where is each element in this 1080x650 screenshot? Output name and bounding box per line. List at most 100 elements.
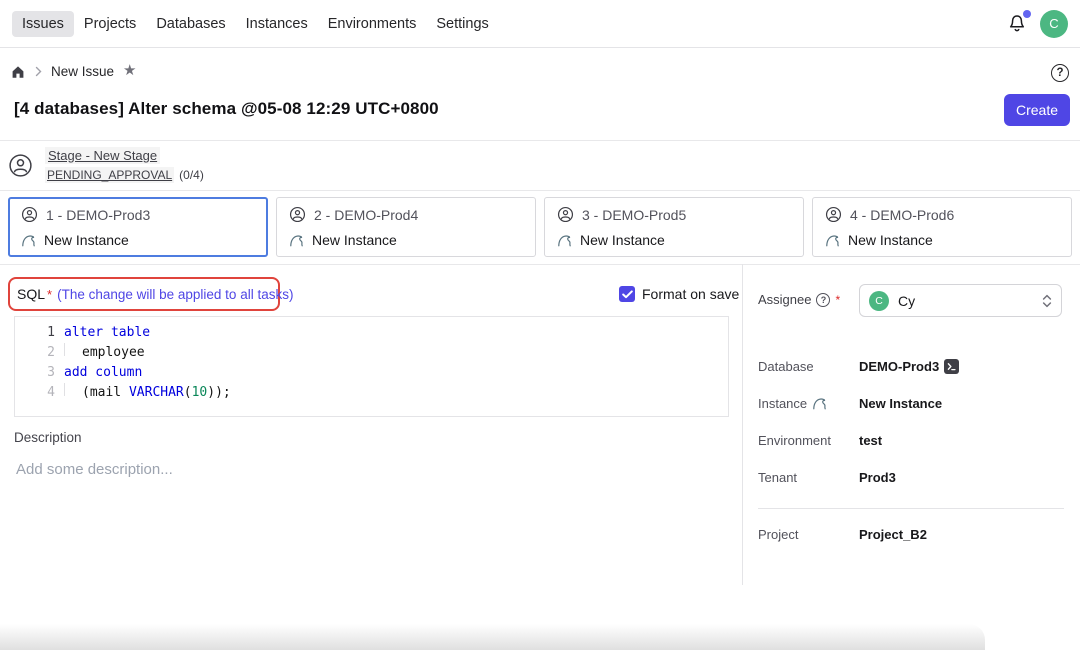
task-card-title: 3 - DEMO-Prod5	[582, 207, 686, 223]
star-icon[interactable]: ★	[123, 63, 136, 78]
code-line: 4 (mail VARCHAR(10));	[15, 383, 728, 403]
code-text: alter table	[64, 323, 150, 343]
field-label: Database	[758, 359, 859, 374]
sidebar-divider	[758, 508, 1064, 509]
task-card-title: 4 - DEMO-Prod6	[850, 207, 954, 223]
sidebar-field-project: Project Project_B2	[758, 526, 1064, 542]
nav-right: C	[1007, 10, 1068, 38]
sidebar-fields: DatabaseDEMO-Prod3 InstanceNew Instance En…	[758, 358, 1064, 506]
sidebar-field-environment: Environmenttest	[758, 432, 1064, 448]
person-circle-icon	[825, 206, 842, 223]
field-value[interactable]: New Instance	[859, 396, 942, 411]
task-card-instance: New Instance	[44, 232, 129, 248]
sql-required-mark: *	[47, 287, 52, 302]
project-label: Project	[758, 527, 859, 542]
line-number: 2	[15, 343, 55, 363]
task-card-title: 2 - DEMO-Prod4	[314, 207, 418, 223]
person-circle-icon	[21, 206, 38, 223]
top-nav: IssuesProjectsDatabasesInstancesEnvironm…	[0, 0, 1080, 48]
description-input[interactable]: Add some description...	[16, 461, 716, 541]
breadcrumb: New Issue ★	[10, 64, 136, 79]
nav-item-environments[interactable]: Environments	[318, 11, 427, 37]
code-line: 3 add column	[15, 363, 728, 383]
code-text: add column	[64, 363, 142, 383]
bottom-scroll-shadow	[0, 624, 985, 650]
sidebar-field-database: DatabaseDEMO-Prod3	[758, 358, 1064, 374]
main-sidebar-divider	[742, 264, 743, 585]
nav-item-settings[interactable]: Settings	[426, 11, 498, 37]
field-label: Environment	[758, 433, 859, 448]
terminal-icon[interactable]	[944, 359, 959, 374]
divider	[0, 190, 1080, 191]
nav-item-issues[interactable]: Issues	[12, 11, 74, 37]
person-circle-icon	[557, 206, 574, 223]
person-circle-icon	[289, 206, 306, 223]
format-on-save-checkbox[interactable]	[619, 286, 635, 302]
task-card[interactable]: 1 - DEMO-Prod3 New Instance	[8, 197, 268, 257]
mysql-icon	[289, 233, 304, 248]
home-icon[interactable]	[10, 64, 26, 79]
divider	[0, 264, 1080, 265]
create-button[interactable]: Create	[1004, 94, 1070, 126]
notification-dot	[1023, 10, 1031, 18]
line-number: 1	[15, 323, 55, 343]
help-icon[interactable]: ?	[1051, 64, 1069, 82]
nav-item-instances[interactable]: Instances	[236, 11, 318, 37]
mysql-icon	[825, 233, 840, 248]
field-value[interactable]: test	[859, 433, 882, 448]
stage-status-link[interactable]: PENDING_APPROVAL	[45, 167, 174, 183]
task-card[interactable]: 4 - DEMO-Prod6 New Instance	[812, 197, 1072, 257]
line-number: 3	[15, 363, 55, 383]
task-card-instance: New Instance	[848, 232, 933, 248]
assignee-label: Assignee	[758, 292, 811, 307]
chevron-right-icon	[35, 66, 42, 77]
code-text: (mail VARCHAR(10));	[64, 383, 231, 403]
nav-item-databases[interactable]: Databases	[146, 11, 235, 37]
stage-progress: (0/4)	[179, 168, 204, 182]
mysql-icon	[812, 396, 827, 411]
assignee-select[interactable]: C Cy	[859, 284, 1062, 317]
task-card[interactable]: 3 - DEMO-Prod5 New Instance	[544, 197, 804, 257]
assignee-required-mark: *	[835, 293, 840, 307]
format-on-save-label: Format on save	[642, 286, 739, 302]
notification-bell-button[interactable]	[1007, 13, 1027, 35]
code-line: 2employee	[15, 343, 728, 363]
field-label: Tenant	[758, 470, 859, 485]
task-card[interactable]: 2 - DEMO-Prod4 New Instance	[276, 197, 536, 257]
sql-editor[interactable]: 1 alter table2employee3 add column 4 (mail V…	[14, 316, 729, 417]
sql-label-annotation-box: SQL * (The change will be applied to all…	[8, 277, 280, 311]
task-card-instance: New Instance	[312, 232, 397, 248]
mysql-icon	[21, 233, 36, 248]
field-label: Instance	[758, 396, 859, 411]
task-card-title: 1 - DEMO-Prod3	[46, 207, 150, 223]
breadcrumb-current: New Issue	[51, 64, 114, 79]
divider	[0, 140, 1080, 141]
mysql-icon	[557, 233, 572, 248]
task-card-list: 1 - DEMO-Prod3New Instance2 - DEMO-Prod4…	[8, 197, 1072, 257]
assignee-label-row: Assignee ? *	[758, 292, 840, 307]
page-title: [4 databases] Alter schema @05-08 12:29 …	[14, 99, 439, 119]
project-value[interactable]: Project_B2	[859, 527, 927, 542]
sidebar-field-tenant: TenantProd3	[758, 469, 1064, 485]
field-value[interactable]: DEMO-Prod3	[859, 359, 959, 374]
task-card-instance: New Instance	[580, 232, 665, 248]
sidebar-field-instance: InstanceNew Instance	[758, 395, 1064, 411]
chevron-up-down-icon	[1042, 293, 1052, 309]
assignee-value: Cy	[898, 293, 915, 309]
code-line: 1 alter table	[15, 323, 728, 343]
stage-section: Stage - New Stage PENDING_APPROVAL (0/4)	[8, 147, 204, 183]
assignee-help-icon[interactable]: ?	[816, 293, 830, 307]
sql-label: SQL	[17, 286, 45, 302]
sql-hint: (The change will be applied to all tasks…	[57, 287, 293, 302]
avatar[interactable]: C	[1040, 10, 1068, 38]
person-circle-icon	[8, 153, 33, 178]
assignee-avatar: C	[869, 291, 889, 311]
nav-items: IssuesProjectsDatabasesInstancesEnvironm…	[12, 11, 499, 37]
stage-name-link[interactable]: Stage - New Stage	[45, 147, 160, 164]
nav-item-projects[interactable]: Projects	[74, 11, 146, 37]
format-on-save-control: Format on save	[619, 286, 739, 302]
indent-guide	[64, 383, 82, 396]
description-label: Description	[14, 430, 82, 445]
line-number: 4	[15, 383, 55, 403]
field-value[interactable]: Prod3	[859, 470, 896, 485]
